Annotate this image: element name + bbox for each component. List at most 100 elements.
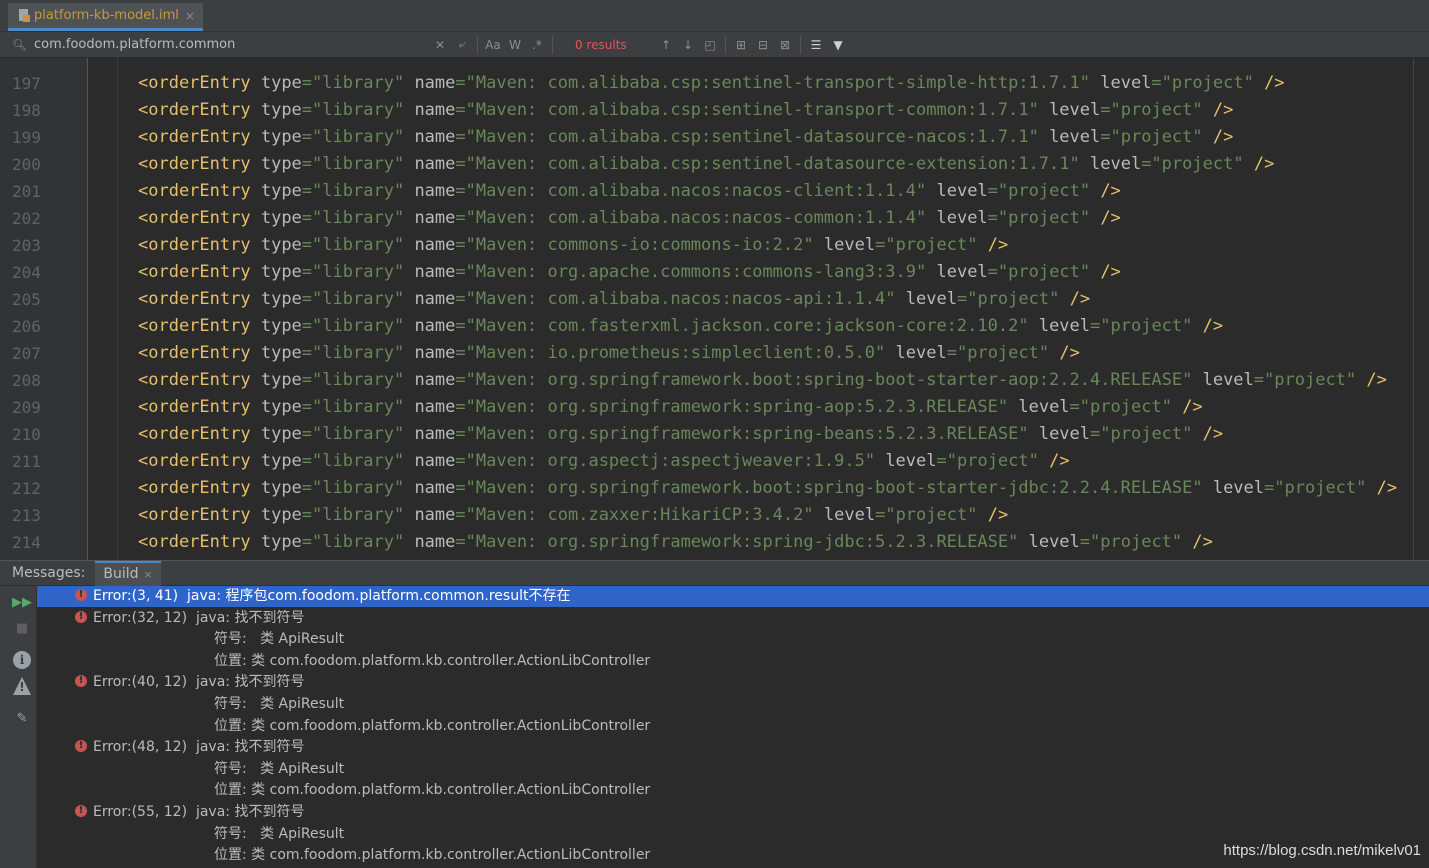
message-detail-row[interactable]: 符号: 类 ApiResult	[37, 759, 1429, 780]
message-detail-text: 位置: 类 com.foodom.platform.kb.controller.…	[214, 652, 651, 669]
code-text: <orderEntry type="library" name="Maven: …	[138, 505, 1009, 525]
type-value: library	[322, 478, 394, 498]
name-value: Maven: org.springframework:spring-jdbc:5…	[475, 532, 1009, 552]
close-tab-icon[interactable]: ×	[185, 9, 195, 23]
message-detail-row[interactable]: 位置: 类 com.foodom.platform.kb.controller.…	[37, 651, 1429, 672]
remove-occurrence-icon[interactable]: ⊟	[752, 38, 774, 52]
match-case-button[interactable]: Aa	[482, 38, 504, 52]
new-line-icon[interactable]: ⤶	[451, 37, 473, 52]
message-detail-text: 位置: 类 com.foodom.platform.kb.controller.…	[214, 782, 651, 799]
name-value: Maven: com.alibaba.nacos:nacos-client:1.…	[475, 181, 916, 201]
filter-icon[interactable]: ▼	[827, 38, 849, 52]
code-line: 210 <orderEntry type="library" name="Mave…	[0, 421, 1429, 448]
stop-icon[interactable]: ■	[12, 618, 32, 638]
attr-name: name	[414, 181, 456, 201]
select-all-icon[interactable]: ⊠	[774, 38, 796, 52]
type-value: library	[322, 208, 394, 228]
whole-words-button[interactable]: W	[504, 38, 526, 52]
message-detail-row[interactable]: 位置: 类 com.foodom.platform.kb.controller.…	[37, 845, 1429, 866]
tag-close: />	[1202, 316, 1224, 336]
clear-search-icon[interactable]: ✕	[429, 38, 451, 52]
error-message-row[interactable]: ! Error:(32, 12) java: 找不到符号	[37, 608, 1429, 629]
attr-type: type	[260, 289, 302, 309]
attr-level: level	[1049, 100, 1101, 120]
code-editor[interactable]: 197 <orderEntry type="library" name="Mave…	[0, 58, 1429, 560]
info-filter-icon[interactable]: i	[12, 650, 32, 670]
level-value: project	[1120, 127, 1193, 147]
line-number: 207	[12, 344, 41, 363]
divider	[552, 35, 553, 54]
name-value: Maven: com.alibaba.csp:sentinel-datasour…	[475, 154, 1070, 174]
error-icon: !	[75, 589, 87, 601]
type-value: library	[322, 181, 394, 201]
attr-level: level	[1028, 532, 1080, 552]
message-detail-row[interactable]: 符号: 类 ApiResult	[37, 629, 1429, 650]
attr-level: level	[936, 181, 988, 201]
type-value: library	[322, 397, 394, 417]
name-value: Maven: org.springframework:spring-beans:…	[475, 424, 1019, 444]
search-input[interactable]	[34, 37, 429, 52]
name-value: Maven: org.springframework.boot:spring-b…	[475, 370, 1183, 390]
xml-tag: <orderEntry	[138, 154, 251, 174]
line-number: 206	[12, 317, 41, 336]
line-number: 213	[12, 506, 41, 525]
search-icon[interactable]: 🔍︎	[12, 38, 34, 52]
error-icon: !	[75, 740, 87, 753]
warning-filter-icon[interactable]: !	[12, 676, 32, 696]
type-value: library	[322, 532, 394, 552]
type-value: library	[322, 289, 394, 309]
line-number: 201	[12, 182, 41, 201]
build-messages-list[interactable]: ! Error:(3, 41) java: 程序包com.foodom.platf…	[37, 586, 1429, 868]
regex-button[interactable]: .*	[526, 38, 548, 52]
type-value: library	[322, 505, 394, 525]
results-count: 0 results	[575, 37, 627, 52]
next-occurrence-icon[interactable]: ↓	[677, 38, 699, 52]
divider	[477, 35, 478, 54]
code-text: <orderEntry type="library" name="Maven: …	[138, 316, 1224, 336]
message-detail-text: 位置: 类 com.foodom.platform.kb.controller.…	[214, 847, 651, 864]
attr-name: name	[414, 505, 456, 525]
xml-tag: <orderEntry	[138, 181, 251, 201]
level-value: project	[967, 343, 1039, 363]
code-text: <orderEntry type="library" name="Maven: …	[138, 235, 1009, 255]
name-value: Maven: com.alibaba.csp:sentinel-transpor…	[475, 100, 1029, 120]
messages-label: Messages:	[12, 565, 86, 581]
attr-name: name	[414, 478, 456, 498]
build-tab-label: Build	[103, 566, 139, 582]
select-all-occurrences-icon[interactable]: ◰	[699, 38, 721, 52]
message-detail-row[interactable]: 位置: 类 com.foodom.platform.kb.controller.…	[37, 780, 1429, 801]
message-detail-row[interactable]: 符号: 类 ApiResult	[37, 824, 1429, 845]
code-text: <orderEntry type="library" name="Maven: …	[138, 370, 1387, 390]
message-detail-row[interactable]: 符号: 类 ApiResult	[37, 694, 1429, 715]
tab-platform-kb-model-iml[interactable]: platform-kb-model.iml ×	[8, 3, 203, 31]
attr-type: type	[260, 478, 302, 498]
name-value: Maven: org.springframework:spring-aop:5.…	[475, 397, 998, 417]
wrench-icon[interactable]: ✎	[12, 708, 32, 728]
code-line: 202 <orderEntry type="library" name="Mave…	[0, 205, 1429, 232]
divider	[800, 35, 801, 54]
line-number: 208	[12, 371, 41, 390]
name-value: Maven: commons-io:commons-io:2.2	[475, 235, 804, 255]
add-occurrence-icon[interactable]: ⊞	[730, 38, 752, 52]
level-value: project	[1274, 370, 1346, 390]
error-message-row[interactable]: ! Error:(3, 41) java: 程序包com.foodom.platf…	[37, 586, 1429, 607]
settings-icon[interactable]: ☰	[805, 38, 827, 52]
tab-build[interactable]: Build ×	[95, 560, 161, 586]
error-message-row[interactable]: ! Error:(40, 12) java: 找不到符号	[37, 672, 1429, 693]
error-message-row[interactable]: ! Error:(48, 12) java: 找不到符号	[37, 737, 1429, 758]
previous-occurrence-icon[interactable]: ↑	[655, 38, 677, 52]
message-detail-row[interactable]: 位置: 类 com.foodom.platform.kb.controller.…	[37, 716, 1429, 737]
rerun-icon[interactable]: ▶▶	[12, 592, 32, 612]
error-message-row[interactable]: ! Error:(55, 12) java: 找不到符号	[37, 802, 1429, 823]
close-build-tab-icon[interactable]: ×	[144, 568, 153, 581]
code-line: 200 <orderEntry type="library" name="Mave…	[0, 151, 1429, 178]
message-text: Error:(55, 12) java: 找不到符号	[93, 804, 305, 820]
attr-type: type	[260, 73, 302, 93]
attr-level: level	[1212, 478, 1265, 498]
name-value: Maven: org.springframework.boot:spring-b…	[475, 478, 1193, 498]
attr-name: name	[414, 235, 456, 255]
message-text: Error:(48, 12) java: 找不到符号	[93, 739, 305, 756]
attr-name: name	[414, 397, 456, 417]
code-line: 205 <orderEntry type="library" name="Mave…	[0, 286, 1429, 313]
code-text: <orderEntry type="library" name="Maven: …	[138, 532, 1213, 552]
